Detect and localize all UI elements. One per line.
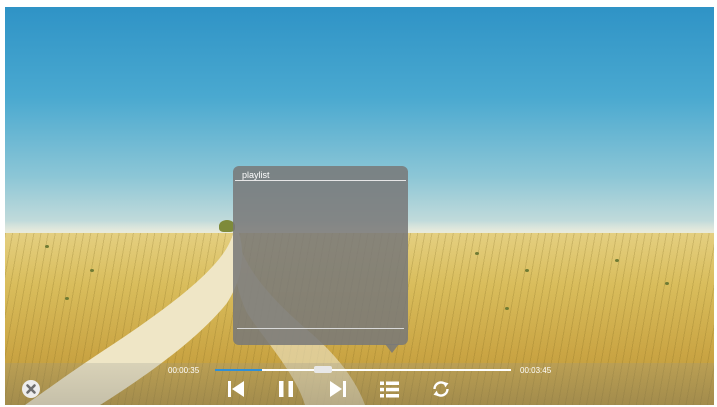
playlist-title: playlist [242,170,270,180]
repeat-icon [433,381,449,397]
bush [615,259,619,262]
playlist-footer-divider [237,328,404,329]
repeat-button[interactable] [431,380,451,398]
close-button[interactable] [22,380,40,398]
next-button[interactable] [329,380,347,398]
close-icon [26,384,36,394]
pause-button[interactable] [277,380,295,398]
progress-fill [215,369,263,371]
bush [665,282,669,285]
bush [65,297,69,300]
bush [45,245,49,248]
skip-next-icon [330,381,346,397]
playlist-icon [380,381,399,398]
playlist-pointer [385,344,399,353]
playlist-button[interactable] [380,381,399,398]
progress-track[interactable] [215,369,511,371]
progress-handle[interactable] [314,366,332,373]
pause-icon [279,381,293,397]
previous-button[interactable] [227,380,245,398]
total-time: 00:03:45 [520,366,552,375]
skip-previous-icon [228,381,244,397]
bush [90,269,94,272]
playlist-header-divider [235,180,406,181]
bush [525,269,529,272]
bush [475,252,479,255]
bush [505,307,509,310]
current-time: 00:00:35 [168,366,200,375]
playlist-panel[interactable]: playlist [233,166,408,353]
